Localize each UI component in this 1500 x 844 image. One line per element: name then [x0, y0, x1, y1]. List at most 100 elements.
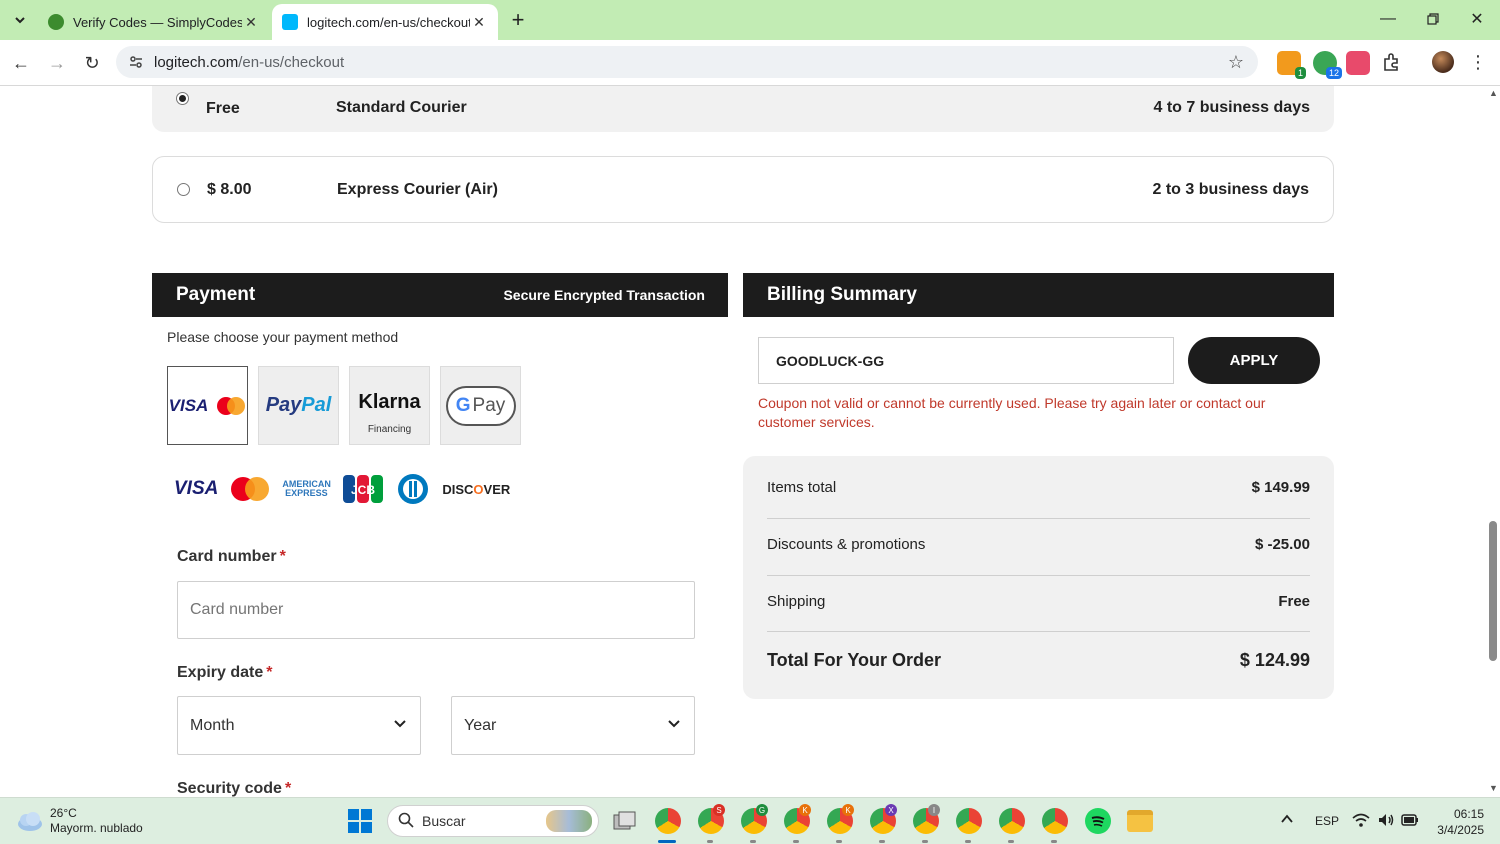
tab-logitech-checkout[interactable]: logitech.com/en-us/checkout ✕	[272, 4, 498, 40]
chrome-profile-icon[interactable]	[956, 808, 982, 834]
mastercard-icon	[230, 476, 270, 502]
american-express-icon: AMERICAN EXPRESS	[282, 479, 331, 498]
card-icon: VISA	[169, 396, 247, 416]
volume-icon[interactable]	[1377, 812, 1395, 833]
summary-row-discounts: Discounts & promotions $ -25.00	[767, 536, 1310, 553]
new-tab-plus-icon[interactable]: +	[506, 7, 530, 32]
address-bar[interactable]: logitech.com/en-us/checkout ☆	[116, 46, 1258, 78]
minimize-icon[interactable]: —	[1373, 6, 1403, 32]
system-clock[interactable]: 06:15 3/4/2025	[1428, 806, 1484, 838]
shipping-option-express[interactable]: $ 8.00 Express Courier (Air) 2 to 3 busi…	[152, 156, 1334, 223]
chrome-taskbar-icon[interactable]	[655, 808, 681, 834]
extension-orange-icon[interactable]: 1	[1277, 51, 1306, 79]
payment-method-card[interactable]: VISA	[167, 366, 248, 445]
summary-row-items-total: Items total $ 149.99	[767, 479, 1310, 496]
close-icon[interactable]: ✕	[470, 13, 488, 31]
svg-text:JCB: JCB	[351, 483, 375, 497]
tab-simplycodes[interactable]: Verify Codes — SimplyCodes ✕	[38, 4, 270, 40]
chevron-down-icon	[394, 720, 406, 728]
google-pay-icon: G Pay	[445, 385, 516, 426]
month-select-value: Month	[190, 716, 235, 734]
extensions-puzzle-icon[interactable]	[1381, 51, 1405, 75]
task-view-icon[interactable]	[612, 810, 636, 832]
shipping-option-standard[interactable]: Free Standard Courier 4 to 7 business da…	[152, 86, 1334, 132]
site-info-icon[interactable]	[126, 52, 146, 72]
show-hidden-icons-chevron-icon[interactable]	[1280, 812, 1294, 831]
file-explorer-icon[interactable]	[1127, 810, 1153, 832]
expiry-date-label: Expiry date *	[177, 664, 273, 681]
reload-icon[interactable]: ↻	[79, 50, 105, 76]
radio-unselected[interactable]	[177, 183, 190, 196]
profile-badge-icon: K	[842, 804, 854, 816]
logitech-favicon-icon	[282, 14, 298, 30]
tab-search-chevron-icon[interactable]	[8, 8, 32, 32]
profile-badge-icon: I	[928, 804, 940, 816]
payment-method-paypal[interactable]: PayPal	[258, 366, 339, 445]
forward-arrow-icon[interactable]: →	[44, 50, 70, 76]
app-running-indicator	[793, 840, 799, 843]
clock-date: 3/4/2025	[1437, 823, 1484, 837]
radio-selected[interactable]	[176, 92, 189, 105]
close-icon[interactable]: ✕	[242, 13, 260, 31]
weather-description: Mayorm. nublado	[50, 821, 143, 835]
restore-icon[interactable]	[1418, 6, 1448, 32]
scroll-up-arrow-icon[interactable]: ▲	[1489, 88, 1498, 98]
summary-divider	[767, 575, 1310, 576]
windows-taskbar: 26°C Mayorm. nublado Buscar S G K K X I	[0, 797, 1500, 844]
app-running-indicator	[965, 840, 971, 843]
simplycodes-favicon-icon	[48, 14, 64, 30]
profile-badge-icon: X	[885, 804, 897, 816]
apply-coupon-button[interactable]: APPLY	[1188, 337, 1320, 384]
temperature-label: 26°C	[50, 806, 77, 820]
payment-header: Payment Secure Encrypted Transaction	[152, 273, 728, 317]
extension-green-icon[interactable]: 12	[1313, 51, 1342, 79]
tab-title: Verify Codes — SimplyCodes	[73, 14, 242, 30]
summary-divider	[767, 518, 1310, 519]
spotify-icon[interactable]	[1085, 808, 1111, 834]
battery-icon[interactable]	[1401, 813, 1419, 832]
scrollbar-thumb[interactable]	[1489, 521, 1497, 661]
klarna-logo-icon: Klarna	[358, 390, 421, 413]
tab-strip: Verify Codes — SimplyCodes ✕ logitech.co…	[0, 0, 1500, 40]
chrome-profile-icon[interactable]	[1042, 808, 1068, 834]
shipping-name: Express Courier (Air)	[337, 180, 498, 198]
chrome-profile-icon[interactable]	[999, 808, 1025, 834]
windows-start-icon[interactable]	[348, 809, 372, 838]
profile-badge-icon: K	[799, 804, 811, 816]
profile-avatar[interactable]	[1432, 51, 1454, 73]
bookmark-star-icon[interactable]: ☆	[1226, 52, 1246, 72]
expiry-month-select[interactable]: Month	[177, 696, 421, 755]
app-running-indicator	[922, 840, 928, 843]
profile-badge-icon: G	[756, 804, 768, 816]
window-close-icon[interactable]: ✕	[1462, 6, 1492, 32]
visa-icon: VISA	[174, 478, 219, 499]
weather-widget[interactable]: 26°C Mayorm. nublado	[16, 806, 143, 836]
expiry-year-select[interactable]: Year	[451, 696, 695, 755]
diners-club-icon	[396, 473, 430, 505]
shipping-price: $ 8.00	[207, 180, 252, 198]
app-running-indicator	[707, 840, 713, 843]
summary-row-shipping: Shipping Free	[767, 593, 1310, 610]
payment-method-klarna[interactable]: Klarna Financing	[349, 366, 430, 445]
back-arrow-icon[interactable]: ←	[8, 50, 34, 76]
summary-divider	[767, 631, 1310, 632]
wifi-icon[interactable]	[1352, 812, 1370, 833]
page-viewport: Free Standard Courier 4 to 7 business da…	[0, 86, 1500, 797]
coupon-code-input[interactable]: GOODLUCK-GG	[758, 337, 1174, 384]
taskbar-search[interactable]: Buscar	[387, 805, 599, 837]
coupon-error-message: Coupon not valid or cannot be currently …	[758, 395, 1266, 430]
shipping-days: 4 to 7 business days	[1153, 99, 1310, 116]
payment-method-prompt: Please choose your payment method	[167, 329, 399, 345]
billing-summary-header: Billing Summary	[743, 273, 1334, 317]
page-scrollbar[interactable]: ▲ ▼	[1486, 86, 1500, 797]
extension-pink-icon[interactable]	[1346, 51, 1370, 75]
language-indicator[interactable]: ESP	[1315, 814, 1339, 828]
payment-method-gpay[interactable]: G Pay	[440, 366, 521, 445]
card-number-input[interactable]	[177, 581, 695, 639]
jcb-icon: JCB	[342, 473, 384, 505]
shipping-price: Free	[206, 100, 240, 117]
scroll-down-arrow-icon[interactable]: ▼	[1489, 783, 1498, 793]
browser-menu-kebab-icon[interactable]: ⋮	[1469, 51, 1487, 73]
search-icon	[398, 812, 414, 831]
app-running-indicator	[836, 840, 842, 843]
